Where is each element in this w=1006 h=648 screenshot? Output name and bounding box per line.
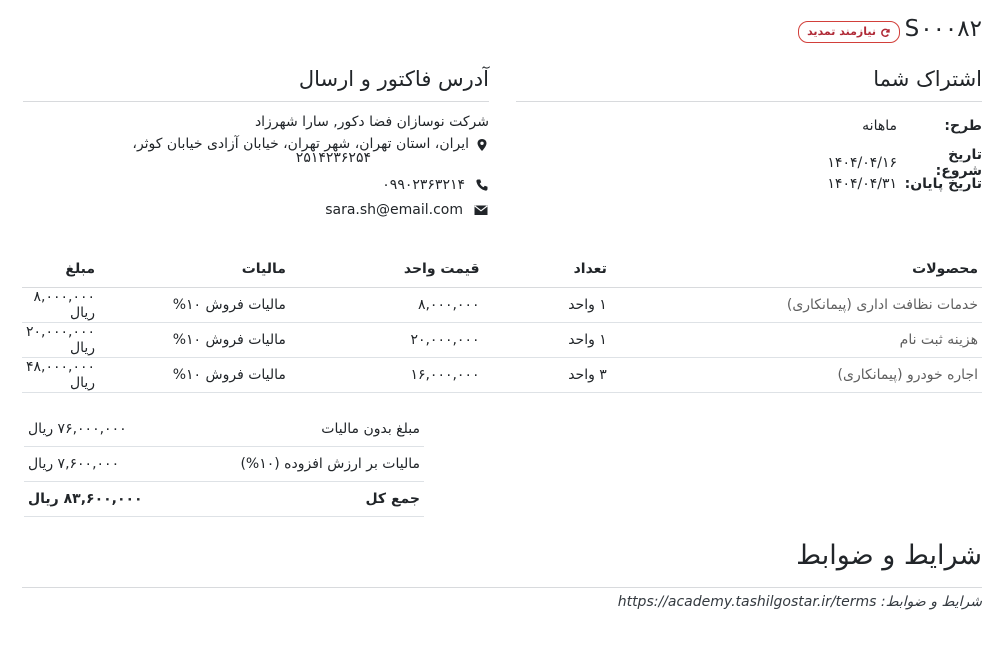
email-address: sara.sh@email.com: [325, 202, 463, 218]
amount-cell: ۸,۰۰۰,۰۰۰ ریال: [22, 287, 100, 323]
unit-price-cell: ۲۰,۰۰۰,۰۰۰: [289, 322, 484, 358]
address-line-2: ۲۵۱۴۲۳۶۲۵۴: [295, 150, 371, 166]
untaxed-value: ۷۶,۰۰۰,۰۰۰ ریال: [24, 412, 183, 447]
end-date-value: ۱۴۰۴/۰۴/۳۱: [827, 176, 897, 192]
terms-title: شرایط و ضوابط: [796, 540, 982, 571]
product-cell: اجاره خودرو (پیمانکاری): [610, 357, 982, 393]
plan-label: طرح:: [944, 118, 982, 134]
product-cell: خدمات نظافت اداری (پیمانکاری): [610, 287, 982, 323]
address-title: آدرس فاکتور و ارسال: [298, 67, 489, 91]
grand-total-label: جمع کل: [182, 481, 424, 517]
end-date-label: تاریخ پایان:: [904, 176, 982, 192]
quantity-cell: ۱ واحد: [483, 322, 611, 358]
grand-total-value: ۸۳,۶۰۰,۰۰۰ ریال: [24, 481, 183, 517]
phone-row: ۰۹۹۰۲۳۶۳۲۱۴: [382, 177, 489, 193]
subscription-divider: [516, 101, 982, 102]
renew-badge-label: نیازمند تمدید: [807, 25, 876, 38]
vat-label: مالیات بر ارزش افزوده (۱۰%): [182, 446, 424, 482]
terms-label: شرایط و ضوابط:: [880, 594, 982, 610]
plan-value: ماهانه: [862, 118, 897, 134]
phone-icon: [476, 179, 488, 191]
table-row: خدمات نظافت اداری (پیمانکاری) ۱ واحد ۸,۰…: [22, 287, 982, 323]
subscription-start-row: تاریخ شروع: ۱۴۰۴/۰۴/۱۶: [827, 147, 982, 179]
subscription-title: اشتراک شما: [873, 67, 982, 91]
email-row: sara.sh@email.com: [325, 202, 489, 218]
unit-price-cell: ۱۶,۰۰۰,۰۰۰: [289, 357, 484, 393]
renew-status-badge: نیازمند تمدید: [798, 21, 900, 43]
col-header-product: محصولات: [610, 250, 982, 288]
tax-cell: مالیات فروش ۱۰%: [99, 287, 290, 323]
col-header-unit-price: قیمت واحد: [289, 250, 484, 288]
terms-line: شرایط و ضوابط: https://academy.tashilgos…: [618, 594, 982, 610]
vat-row: مالیات بر ارزش افزوده (۱۰%) ۷,۶۰۰,۰۰۰ ری…: [24, 446, 424, 482]
quantity-cell: ۳ واحد: [483, 357, 611, 393]
untaxed-label: مبلغ بدون مالیات: [182, 412, 424, 447]
table-row: اجاره خودرو (پیمانکاری) ۳ واحد ۱۶,۰۰۰,۰۰…: [22, 357, 982, 393]
refresh-icon: [881, 28, 890, 37]
amount-cell: ۴۸,۰۰۰,۰۰۰ ریال: [22, 357, 100, 393]
grand-total-row: جمع کل ۸۳,۶۰۰,۰۰۰ ریال: [24, 481, 424, 517]
address-divider: [23, 101, 489, 102]
tax-cell: مالیات فروش ۱۰%: [99, 357, 290, 393]
address-block: ایران، استان تهران، شهر تهران، خیابان آز…: [132, 136, 489, 166]
table-header-row: محصولات تعداد قیمت واحد مالیات مبلغ: [22, 250, 982, 288]
col-header-quantity: تعداد: [483, 250, 611, 288]
terms-url-link[interactable]: https://academy.tashilgostar.ir/terms: [618, 594, 877, 610]
start-date-value: ۱۴۰۴/۰۴/۱۶: [827, 155, 897, 171]
start-date-label: تاریخ شروع:: [935, 147, 982, 179]
order-lines-table: محصولات تعداد قیمت واحد مالیات مبلغ خدما…: [22, 250, 982, 393]
subscription-plan-row: طرح: ماهانه: [862, 118, 982, 134]
terms-divider: [22, 587, 982, 588]
envelope-icon: [474, 205, 488, 215]
order-number: S۰۰۰۸۲: [904, 16, 982, 42]
untaxed-row: مبلغ بدون مالیات ۷۶,۰۰۰,۰۰۰ ریال: [24, 412, 424, 447]
phone-number: ۰۹۹۰۲۳۶۳۲۱۴: [382, 177, 465, 193]
map-marker-icon: [477, 139, 487, 151]
product-cell: هزینه ثبت نام: [610, 322, 982, 358]
vat-value: ۷,۶۰۰,۰۰۰ ریال: [24, 446, 183, 482]
subscription-end-row: تاریخ پایان: ۱۴۰۴/۰۴/۳۱: [827, 176, 982, 192]
table-row: هزینه ثبت نام ۱ واحد ۲۰,۰۰۰,۰۰۰ مالیات ف…: [22, 322, 982, 358]
unit-price-cell: ۸,۰۰۰,۰۰۰: [289, 287, 484, 323]
totals-table: مبلغ بدون مالیات ۷۶,۰۰۰,۰۰۰ ریال مالیات …: [24, 412, 424, 517]
amount-cell: ۲۰,۰۰۰,۰۰۰ ریال: [22, 322, 100, 358]
address-company: شرکت نوسازان فضا دکور, سارا شهرزاد: [254, 114, 489, 130]
tax-cell: مالیات فروش ۱۰%: [99, 322, 290, 358]
col-header-amount: مبلغ: [22, 250, 100, 288]
col-header-tax: مالیات: [99, 250, 290, 288]
quantity-cell: ۱ واحد: [483, 287, 611, 323]
